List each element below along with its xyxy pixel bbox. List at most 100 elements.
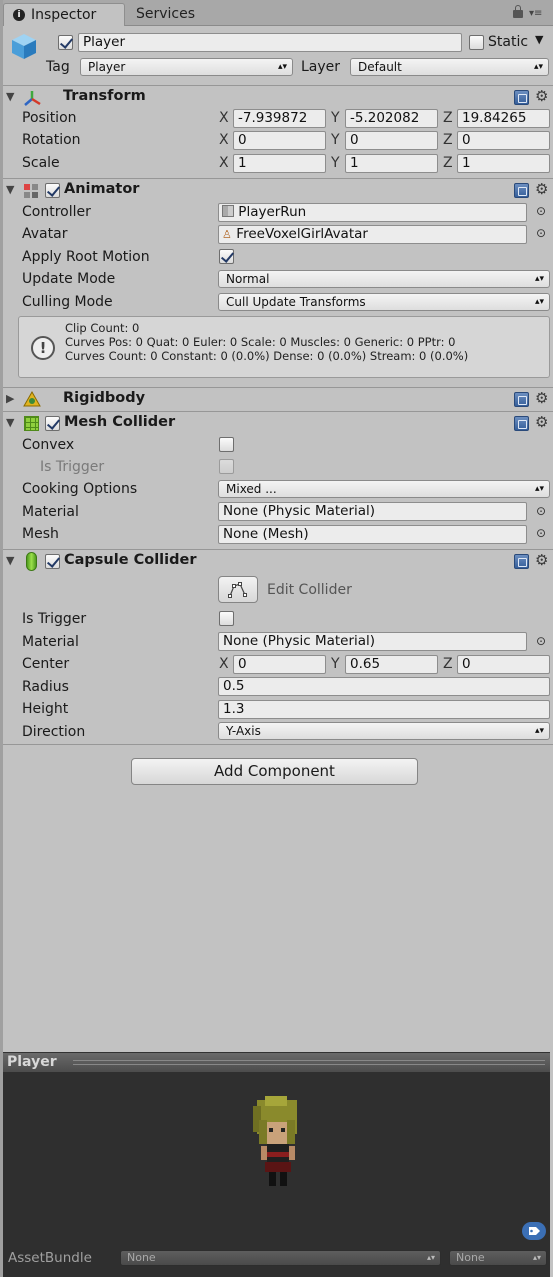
help-book-icon[interactable]: [514, 90, 529, 105]
menu-icon[interactable]: ▾≡: [529, 9, 547, 19]
rotation-z-field[interactable]: 0: [457, 131, 550, 150]
center-x-axis[interactable]: X: [219, 656, 229, 672]
controller-asset-icon: [222, 205, 234, 217]
gear-icon[interactable]: ⚙: [535, 87, 548, 105]
rotation-x-axis[interactable]: X: [219, 132, 229, 148]
capsule-is-trigger-checkbox[interactable]: [219, 611, 234, 626]
apply-root-motion-checkbox[interactable]: [219, 249, 234, 264]
update-mode-value: Normal: [226, 272, 270, 286]
position-z-axis[interactable]: Z: [443, 110, 453, 126]
position-x-field[interactable]: -7.939872: [233, 109, 326, 128]
foldout-arrow-icon[interactable]: ▼: [6, 183, 14, 196]
gear-icon[interactable]: ⚙: [535, 551, 548, 569]
position-y-field[interactable]: -5.202082: [345, 109, 438, 128]
center-label: Center: [22, 656, 70, 672]
mesh-material-label: Material: [22, 504, 79, 520]
culling-mode-value: Cull Update Transforms: [226, 295, 366, 309]
layer-dropdown[interactable]: Default ▴▾: [350, 58, 549, 76]
scale-y-field[interactable]: 1: [345, 154, 438, 173]
mesh-field[interactable]: None (Mesh): [218, 525, 527, 544]
rotation-z-axis[interactable]: Z: [443, 132, 453, 148]
transform-header[interactable]: ▼ Transform ⚙: [0, 85, 553, 109]
tab-services[interactable]: Services: [126, 3, 236, 26]
radius-field[interactable]: 0.5: [218, 677, 550, 696]
help-book-icon[interactable]: [514, 392, 529, 407]
position-z-field[interactable]: 19.84265: [457, 109, 550, 128]
rotation-x-field[interactable]: 0: [233, 131, 326, 150]
scale-x-field[interactable]: 1: [233, 154, 326, 173]
cooking-options-dropdown[interactable]: Mixed ... ▴▾: [218, 480, 550, 498]
controller-label: Controller: [22, 204, 91, 220]
mesh-is-trigger-label: Is Trigger: [40, 459, 105, 475]
tag-dropdown[interactable]: Player ▴▾: [80, 58, 293, 76]
center-z-field[interactable]: 0: [457, 655, 550, 674]
center-z-axis[interactable]: Z: [443, 656, 453, 672]
object-picker-icon[interactable]: ⊙: [536, 526, 546, 540]
rotation-y-field[interactable]: 0: [345, 131, 438, 150]
foldout-arrow-icon[interactable]: ▼: [6, 554, 14, 567]
asset-label-icon[interactable]: [522, 1222, 546, 1240]
animator-header[interactable]: ▼ Animator ⚙: [0, 178, 553, 202]
layer-label: Layer: [301, 59, 341, 75]
capsule-collider-header[interactable]: ▼ Capsule Collider ⚙: [0, 549, 553, 573]
rotation-y-axis[interactable]: Y: [331, 132, 340, 148]
center-y-axis[interactable]: Y: [331, 656, 340, 672]
gear-icon[interactable]: ⚙: [535, 180, 548, 198]
position-y-axis[interactable]: Y: [331, 110, 340, 126]
preview-header[interactable]: Player: [3, 1052, 550, 1072]
object-name-field[interactable]: Player: [78, 33, 462, 52]
gear-icon[interactable]: ⚙: [535, 413, 548, 431]
update-mode-dropdown[interactable]: Normal ▴▾: [218, 270, 550, 288]
rigidbody-title: Rigidbody: [63, 390, 146, 406]
help-book-icon[interactable]: [514, 183, 529, 198]
transform-title: Transform: [63, 88, 146, 104]
direction-dropdown[interactable]: Y-Axis ▴▾: [218, 722, 550, 740]
assetbundle-variant-dropdown[interactable]: None ▴▾: [449, 1250, 547, 1266]
mesh-collider-header[interactable]: ▼ Mesh Collider ⚙: [0, 411, 553, 435]
help-book-icon[interactable]: [514, 416, 529, 431]
position-x-axis[interactable]: X: [219, 110, 229, 126]
capsule-material-field[interactable]: None (Physic Material): [218, 632, 527, 651]
foldout-arrow-icon[interactable]: ▼: [6, 90, 14, 103]
active-checkbox[interactable]: [58, 35, 73, 50]
position-label: Position: [22, 110, 77, 126]
mesh-material-field[interactable]: None (Physic Material): [218, 502, 527, 521]
foldout-arrow-icon[interactable]: ▶: [6, 392, 14, 405]
static-checkbox[interactable]: [469, 35, 484, 50]
foldout-arrow-icon[interactable]: ▼: [6, 416, 14, 429]
mesh-is-trigger-checkbox[interactable]: [219, 459, 234, 474]
controller-field[interactable]: PlayerRun: [218, 203, 527, 222]
animator-enabled-checkbox[interactable]: [45, 183, 60, 198]
object-picker-icon[interactable]: ⊙: [536, 634, 546, 648]
assetbundle-dropdown[interactable]: None ▴▾: [120, 1250, 441, 1266]
capsule-collider-enabled-checkbox[interactable]: [45, 554, 60, 569]
mesh-collider-enabled-checkbox[interactable]: [45, 416, 60, 431]
scale-z-field[interactable]: 1: [457, 154, 550, 173]
avatar-field[interactable]: ♙ FreeVoxelGirlAvatar: [218, 225, 527, 244]
center-x-field[interactable]: 0: [233, 655, 326, 674]
tab-inspector[interactable]: i Inspector: [3, 3, 125, 26]
scale-y-axis[interactable]: Y: [331, 155, 340, 171]
scale-z-axis[interactable]: Z: [443, 155, 453, 171]
static-dropdown-arrow[interactable]: ▼: [535, 33, 543, 46]
lock-icon[interactable]: [513, 5, 523, 18]
gear-icon[interactable]: ⚙: [535, 389, 548, 407]
center-y-field[interactable]: 0.65: [345, 655, 438, 674]
scale-x-axis[interactable]: X: [219, 155, 229, 171]
culling-mode-dropdown[interactable]: Cull Update Transforms ▴▾: [218, 293, 550, 311]
help-book-icon[interactable]: [514, 554, 529, 569]
height-field[interactable]: 1.3: [218, 700, 550, 719]
object-picker-icon[interactable]: ⊙: [536, 226, 546, 240]
edit-collider-button[interactable]: [218, 576, 258, 603]
rigidbody-header[interactable]: ▶ Rigidbody ⚙: [0, 387, 553, 411]
convex-checkbox[interactable]: [219, 437, 234, 452]
avatar-value: FreeVoxelGirlAvatar: [236, 226, 368, 242]
add-component-button[interactable]: Add Component: [131, 758, 418, 785]
object-picker-icon[interactable]: ⊙: [536, 504, 546, 518]
preview-viewport[interactable]: AssetBundle None ▴▾ None ▴▾: [3, 1072, 550, 1277]
info-line: Clip Count: 0: [65, 321, 140, 335]
preview-drag-handle[interactable]: [73, 1060, 545, 1065]
controller-value: PlayerRun: [238, 204, 307, 220]
object-picker-icon[interactable]: ⊙: [536, 204, 546, 218]
tag-value: Player: [88, 60, 126, 74]
